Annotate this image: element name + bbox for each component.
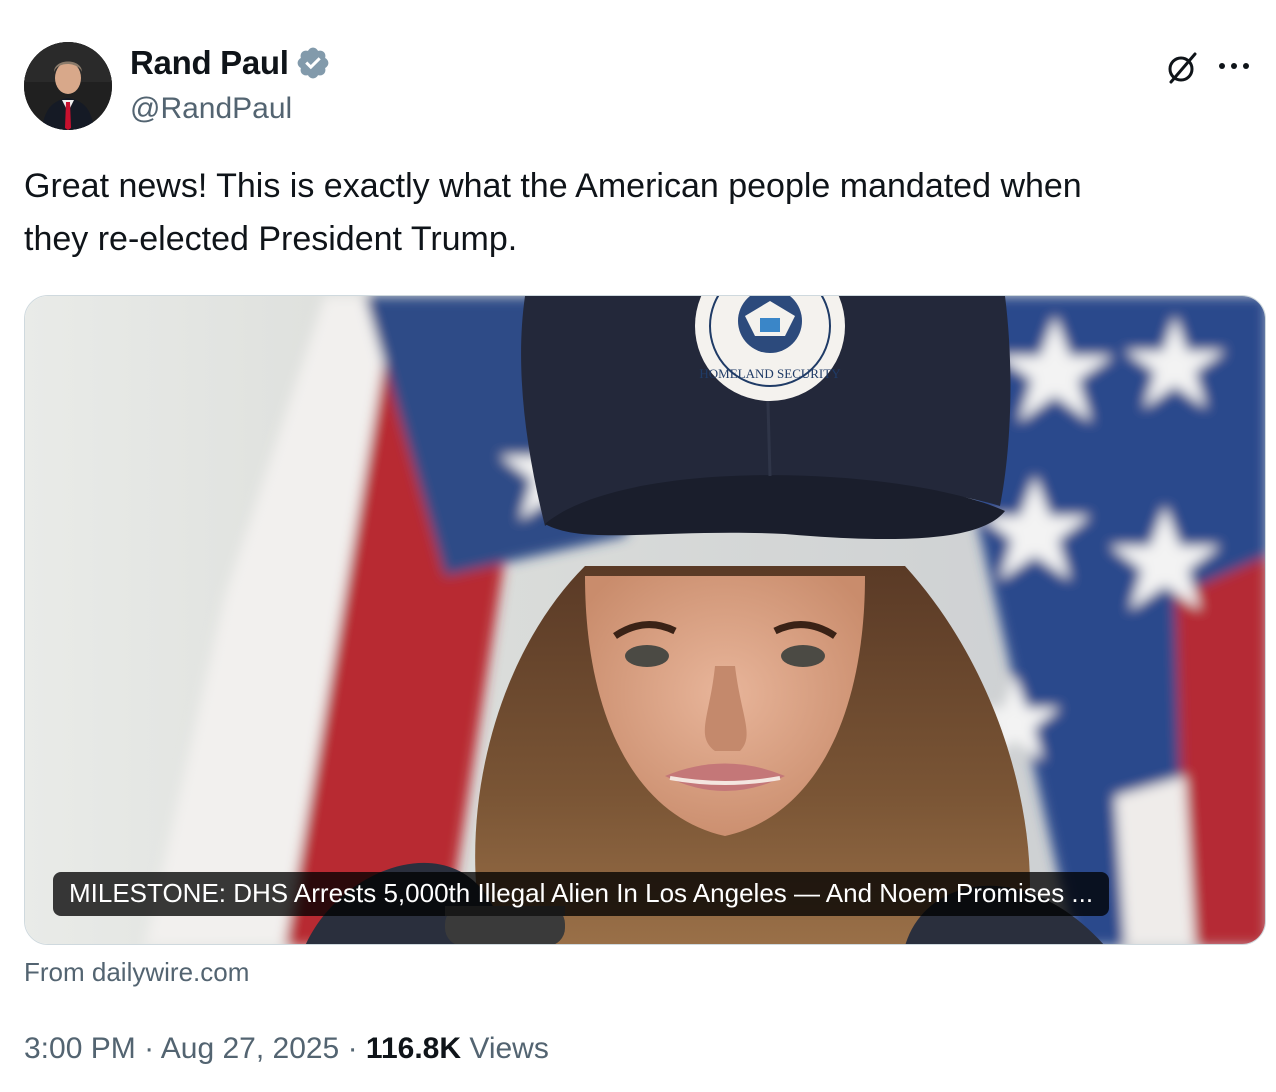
card-source[interactable]: From dailywire.com [24, 957, 249, 988]
tweet-time[interactable]: 3:00 PM [24, 1032, 136, 1065]
tweet-text: Great news! This is exactly what the Ame… [24, 160, 1254, 266]
views-count: 116.8K [365, 1032, 462, 1065]
card-image: HOMELAND SECURITY [25, 296, 1265, 944]
tweet-text-line: Great news! This is exactly what the Ame… [24, 167, 1082, 205]
grok-icon[interactable] [1164, 50, 1200, 86]
card-headline[interactable]: MILESTONE: DHS Arrests 5,000th Illegal A… [53, 872, 1110, 916]
tweet-header: Rand Paul @RandPaul [24, 42, 1254, 134]
author-handle[interactable]: @RandPaul [130, 92, 292, 126]
tweet-date[interactable]: Aug 27, 2025 [161, 1032, 340, 1065]
avatar[interactable] [24, 42, 112, 130]
tweet-text-line: they re-elected President Trump. [24, 220, 518, 258]
tweet-meta: 3:00 PM · Aug 27, 2025 · 116.8K Views [24, 1032, 549, 1066]
link-card[interactable]: HOMELAND SECURITY MILESTONE: DHS Arrests… [24, 295, 1266, 945]
cap-seal-text: HOMELAND SECURITY [699, 366, 841, 381]
meta-separator: · [135, 1032, 161, 1065]
more-icon[interactable] [1214, 48, 1254, 84]
views-label: Views [461, 1032, 549, 1065]
verified-badge-icon [297, 47, 329, 79]
author-name[interactable]: Rand Paul [130, 44, 289, 82]
meta-separator: · [339, 1032, 366, 1065]
